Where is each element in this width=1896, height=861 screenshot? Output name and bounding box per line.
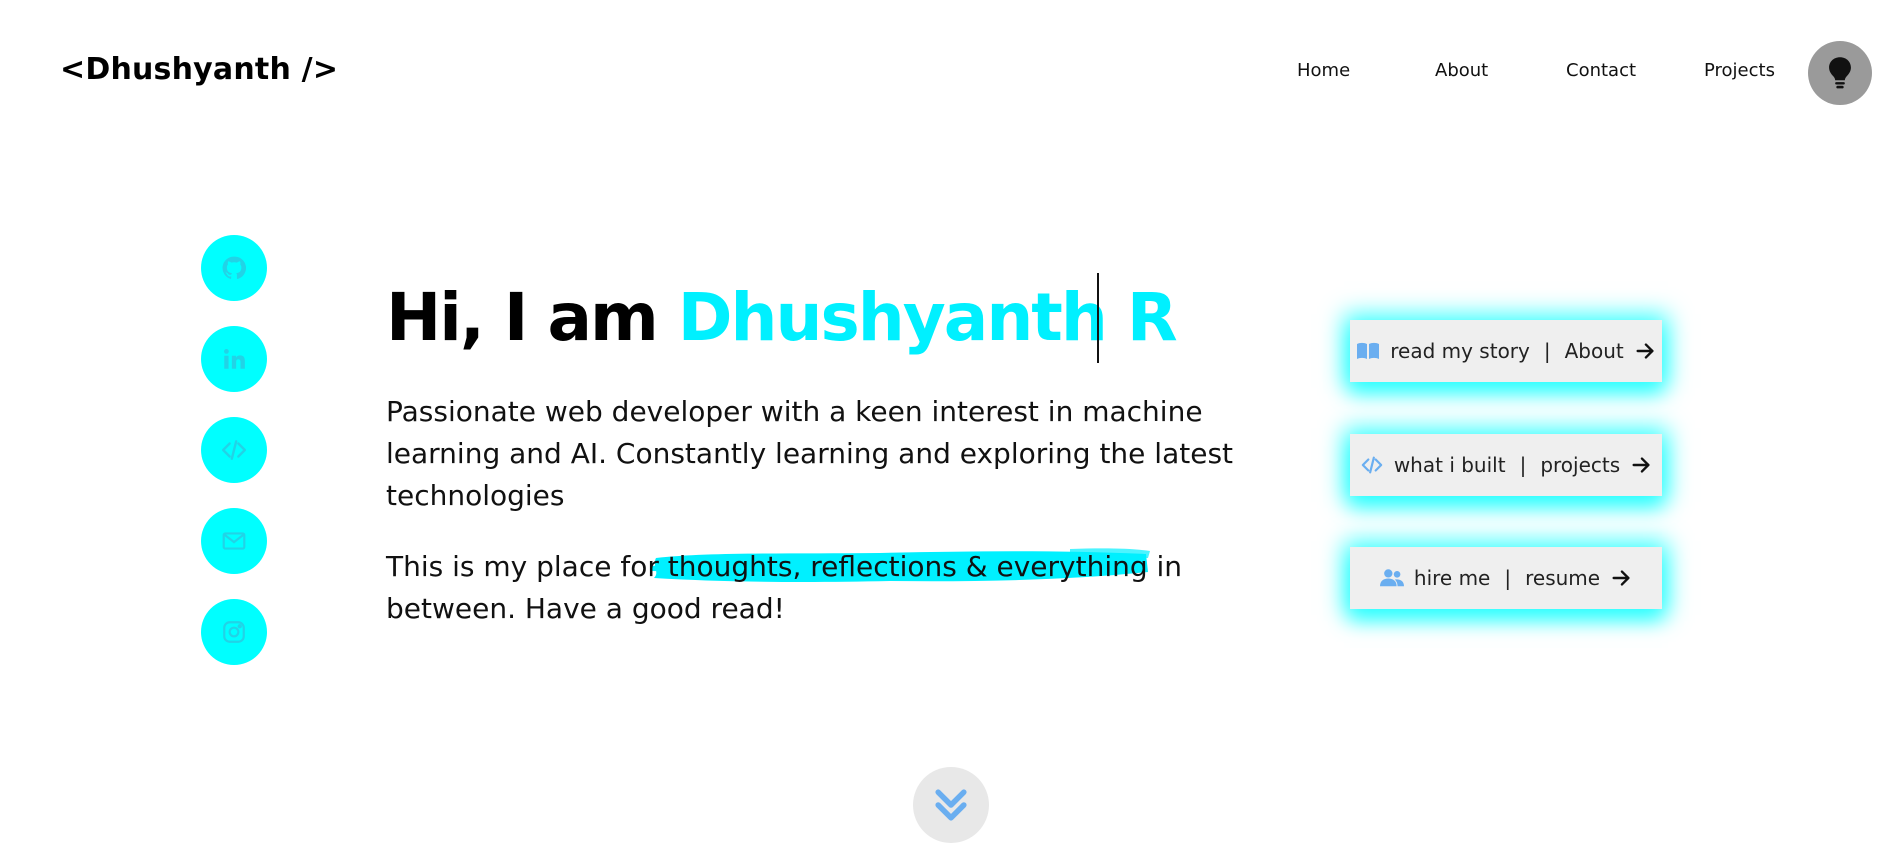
social-code-link[interactable] — [201, 417, 267, 483]
arrow-right-icon — [1636, 343, 1654, 359]
hero-name: Dhushyanth R — [677, 279, 1178, 356]
nav-home[interactable]: Home — [1297, 60, 1350, 81]
social-mail-link[interactable] — [201, 508, 267, 574]
place-text-before: This is my place for — [386, 550, 668, 583]
read-story-button[interactable]: read my story | About — [1350, 320, 1662, 382]
arrow-right-icon — [1612, 570, 1630, 586]
hero-place-text: This is my place for thoughts, reflectio… — [386, 546, 1246, 630]
users-icon — [1379, 569, 1404, 587]
social-linkedin-link[interactable] — [201, 326, 267, 392]
book-icon-wrap — [1356, 339, 1380, 363]
place-text-after: between. Have a good read! — [386, 592, 785, 625]
linkedin-icon — [224, 349, 245, 369]
cta-separator: | — [1504, 566, 1512, 590]
arrow-right-icon — [1632, 457, 1650, 473]
nav-projects[interactable]: Projects — [1704, 60, 1775, 81]
cta-left-label: read my story — [1390, 339, 1530, 363]
cta-separator: | — [1543, 339, 1551, 363]
github-icon — [222, 256, 247, 279]
cta-left-label: hire me — [1413, 566, 1491, 590]
book-icon — [1357, 342, 1380, 359]
mail-icon — [222, 532, 246, 550]
cta-separator: | — [1519, 453, 1527, 477]
cta-left-label: what i built — [1393, 453, 1506, 477]
nav-about[interactable]: About — [1435, 60, 1488, 81]
theme-toggle-button[interactable] — [1808, 41, 1872, 105]
social-instagram-link[interactable] — [201, 599, 267, 665]
hero-title: Hi, I am Dhushyanth R — [386, 279, 1178, 356]
cta-right-label: resume — [1525, 566, 1601, 590]
hire-me-button[interactable]: hire me | resume — [1350, 547, 1662, 609]
code-icon-wrap — [1360, 453, 1384, 477]
what-i-built-button[interactable]: what i built | projects — [1350, 434, 1662, 496]
typing-cursor — [1097, 273, 1099, 363]
site-logo[interactable]: <Dhushyanth /> — [60, 52, 338, 87]
place-text-highlight: thoughts, reflections & everything in — [667, 550, 1183, 583]
nav-contact[interactable]: Contact — [1566, 60, 1636, 81]
scroll-down-button[interactable] — [913, 767, 989, 843]
users-icon-wrap — [1379, 566, 1404, 590]
social-github-link[interactable] — [201, 235, 267, 301]
cta-right-label: About — [1564, 339, 1624, 363]
hero-intro: Passionate web developer with a keen int… — [386, 395, 1234, 512]
hero-greeting: Hi, I am — [386, 279, 678, 356]
code-icon — [221, 440, 247, 460]
instagram-icon — [223, 621, 245, 643]
lightbulb-icon — [1829, 57, 1851, 89]
cta-right-label: projects — [1540, 453, 1621, 477]
code-icon — [1361, 456, 1383, 474]
chevrons-down-icon — [935, 789, 967, 821]
